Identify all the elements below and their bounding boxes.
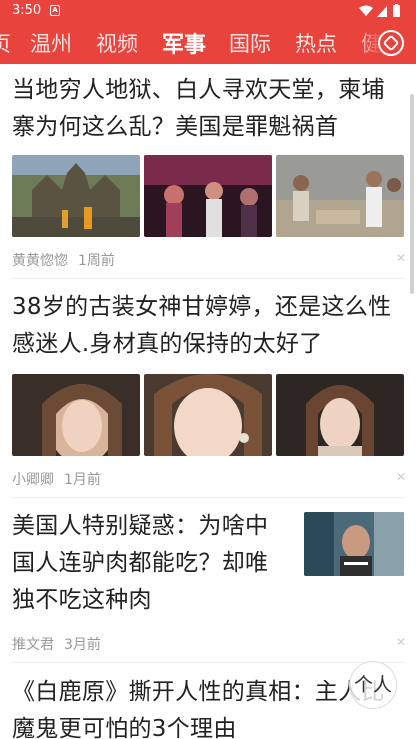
article-meta-1: 黄黄惚惚 1周前 xyxy=(12,250,115,270)
scrollbar-thumb[interactable] xyxy=(410,94,414,294)
status-bar: 3:50 A xyxy=(0,0,416,22)
article-image-2b[interactable] xyxy=(144,374,272,456)
dismiss-icon-3[interactable]: ✕ xyxy=(396,635,406,649)
tab-wenzhou[interactable]: 温州 xyxy=(30,28,72,58)
tab-military[interactable]: 军事 xyxy=(162,27,206,59)
notification-icon: A xyxy=(50,5,60,16)
article-title-3[interactable]: 美国人特别疑惑：为啥中国人连驴肉都能吃？却唯独不吃这种肉 xyxy=(12,508,282,619)
divider-1 xyxy=(12,278,404,279)
article-author-3: 推文君 xyxy=(12,637,54,653)
article-image-2c[interactable] xyxy=(276,374,404,456)
system-status-icons xyxy=(359,4,400,17)
article-title-2[interactable]: 38岁的古装女神甘婷婷，还是这么性感迷人.身材真的保持的太好了 xyxy=(12,289,404,363)
divider-2 xyxy=(12,497,404,498)
article-image-1c[interactable] xyxy=(276,155,404,237)
news-feed[interactable]: 当地穷人地狱、白人寻欢天堂，柬埔寨为何这么乱？美国是罪魁祸首 黄黄惚惚 1周前 … xyxy=(0,64,416,739)
back-to-top-label: 个人 xyxy=(353,674,392,696)
divider-3 xyxy=(12,662,404,663)
article-author-1: 黄黄惚惚 xyxy=(12,253,68,269)
article-image-1a[interactable] xyxy=(12,155,140,237)
article-time-2: 1月前 xyxy=(64,472,101,488)
tab-hot[interactable]: 热点 xyxy=(295,28,337,58)
article-image-3[interactable] xyxy=(304,512,404,576)
back-to-top-button[interactable]: 个人 xyxy=(349,661,397,709)
channel-tab-bar: 页 温州 视频 军事 国际 热点 健 xyxy=(0,22,416,64)
article-meta-2: 小卿卿 1月前 xyxy=(12,469,101,489)
dismiss-icon-1[interactable]: ✕ xyxy=(396,251,406,265)
article-title-4[interactable]: 《白鹿原》撕开人性的真相：主人比魔鬼更可怕的3个理由 xyxy=(12,674,404,739)
tab-international[interactable]: 国际 xyxy=(229,28,271,58)
article-time-1: 1周前 xyxy=(78,253,115,269)
article-image-1b[interactable] xyxy=(144,155,272,237)
article-title-1[interactable]: 当地穷人地狱、白人寻欢天堂，柬埔寨为何这么乱？美国是罪魁祸首 xyxy=(12,72,404,146)
article-time-3: 3月前 xyxy=(64,637,101,653)
article-author-2: 小卿卿 xyxy=(12,472,54,488)
article-meta-3: 推文君 3月前 xyxy=(12,634,101,654)
dismiss-icon-2[interactable]: ✕ xyxy=(396,470,406,484)
tab-video[interactable]: 视频 xyxy=(96,28,138,58)
channel-menu-icon[interactable] xyxy=(378,30,404,56)
article-image-2a[interactable] xyxy=(12,374,140,456)
tab-partial-left[interactable]: 页 xyxy=(0,28,11,58)
status-time: 3:50 xyxy=(12,3,42,18)
